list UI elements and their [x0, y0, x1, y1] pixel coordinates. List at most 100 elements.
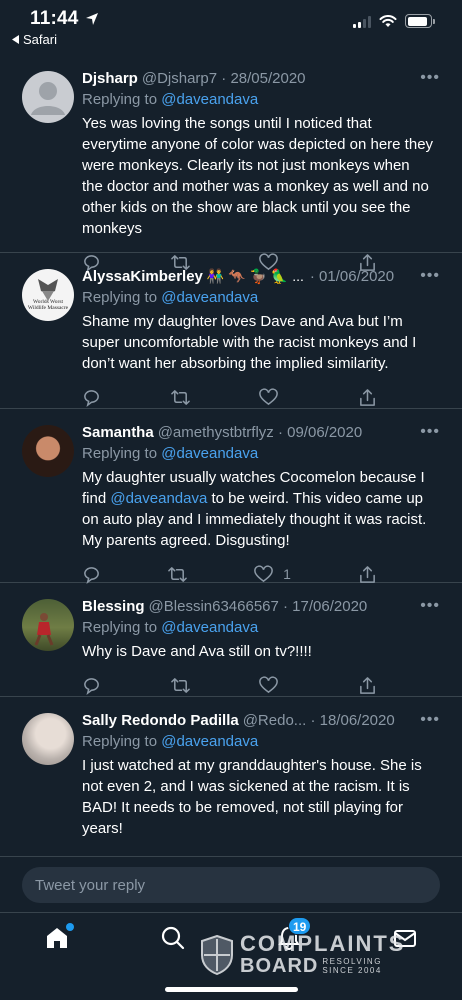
reply-mention-link[interactable]: @daveandava [161, 91, 258, 108]
tweet-text: Shame my daughter loves Dave and Ava but… [82, 313, 417, 372]
like-button[interactable] [259, 387, 288, 407]
tweet[interactable]: Djsharp @Djsharp7 · 28/05/2020 ••• Reply… [0, 55, 462, 272]
heart-icon [259, 387, 279, 405]
tweet-header: AlyssaKimberley 👫 🦘 🦆 🦜 ... · 01/06/2020 [82, 265, 448, 287]
avatar[interactable] [22, 599, 74, 651]
reply-composer-bar [0, 856, 462, 912]
more-options-icon[interactable]: ••• [420, 597, 440, 615]
tab-search[interactable] [160, 925, 190, 955]
share-button[interactable] [358, 388, 377, 407]
tweet-text: My daughter usually watches Cocomelon be… [82, 467, 448, 551]
watermark-line1: COMPLAINTS [240, 931, 406, 956]
tweet[interactable]: Samantha @amethystbtrflyz · 09/06/2020 •… [0, 409, 462, 585]
tweet-actions [82, 386, 377, 408]
status-indicators [353, 14, 435, 28]
tweet-header: Samantha @amethystbtrflyz · 09/06/2020 [82, 421, 448, 443]
time-text: 11:44 [30, 8, 79, 29]
battery-icon [405, 14, 435, 28]
status-bar: 11:44 Safari [0, 0, 462, 50]
author-name[interactable]: Blessing [82, 598, 145, 615]
reply-icon [84, 566, 99, 584]
replying-prefix: Replying to [82, 91, 158, 108]
replying-to: Replying to @daveandava [82, 289, 448, 306]
retweet-button[interactable] [170, 676, 190, 695]
watermark-tag2: SINCE 2004 [322, 966, 382, 975]
reply-button[interactable] [82, 676, 101, 695]
author-meta: @Djsharp7 · 28/05/2020 [141, 69, 306, 87]
tweet[interactable]: Worlds Worst Wildlife Massacre AlyssaKim… [0, 253, 462, 409]
tweet-header: Blessing @Blessin63466567 · 17/06/2020 [82, 595, 448, 617]
replying-prefix: Replying to [82, 289, 158, 306]
share-icon [360, 565, 375, 583]
author-name[interactable]: AlyssaKimberley [82, 268, 203, 285]
reply-feed: Djsharp @Djsharp7 · 28/05/2020 ••• Reply… [0, 55, 462, 847]
more-options-icon[interactable]: ••• [420, 711, 440, 729]
tweet-header: Sally Redondo Padilla @Redo... · 18/06/2… [82, 709, 448, 731]
reply-mention-link[interactable]: @daveandava [161, 619, 258, 636]
retweet-button[interactable] [170, 388, 190, 407]
tweet-header: Djsharp @Djsharp7 · 28/05/2020 [82, 67, 448, 89]
bird-logo-icon [38, 279, 58, 301]
watermark-tag1: RESOLVING [322, 957, 382, 966]
share-button[interactable] [358, 565, 377, 584]
author-name[interactable]: Samantha [82, 424, 154, 441]
like-count: 1 [283, 566, 291, 582]
author-name[interactable]: Djsharp [82, 70, 138, 87]
tab-home[interactable] [44, 923, 74, 955]
reply-mention-link[interactable]: @daveandava [161, 445, 258, 462]
author-meta: @Blessin63466567 · 17/06/2020 [148, 597, 368, 615]
clock: 11:44 [30, 8, 99, 30]
location-arrow-icon [85, 13, 98, 25]
retweet-button[interactable] [168, 565, 187, 584]
back-to-safari[interactable]: Safari [12, 32, 57, 47]
avatar[interactable] [22, 71, 74, 123]
more-options-icon[interactable]: ••• [420, 267, 440, 285]
replying-to: Replying to @daveandava [82, 445, 448, 462]
tweet[interactable]: Blessing @Blessin63466567 · 17/06/2020 •… [0, 583, 462, 697]
avatar[interactable] [22, 713, 74, 765]
home-unread-dot [66, 923, 74, 931]
author-meta: @amethystbtrflyz · 09/06/2020 [157, 423, 363, 441]
avatar[interactable] [22, 425, 74, 477]
reply-icon [84, 389, 99, 407]
retweet-icon [170, 677, 190, 693]
tweet-text: I just watched at my granddaughter's hou… [82, 757, 422, 837]
home-indicator[interactable] [165, 987, 298, 992]
replying-to: Replying to @daveandava [82, 733, 448, 750]
default-avatar-icon [31, 82, 65, 115]
more-options-icon[interactable]: ••• [420, 69, 440, 87]
reply-icon [84, 677, 99, 695]
like-button[interactable] [259, 675, 288, 695]
replying-prefix: Replying to [82, 733, 158, 750]
avatar[interactable]: Worlds Worst Wildlife Massacre [22, 269, 74, 321]
author-meta: · 01/06/2020 [309, 267, 395, 285]
reply-mention-link[interactable]: @daveandava [161, 289, 258, 306]
share-icon [360, 388, 375, 406]
more-options-icon[interactable]: ••• [420, 423, 440, 441]
share-button[interactable] [358, 676, 377, 695]
replying-to: Replying to @daveandava [82, 91, 448, 108]
replying-to: Replying to @daveandava [82, 619, 448, 636]
back-caret-icon [12, 35, 19, 44]
retweet-icon [170, 389, 190, 405]
author-name[interactable]: Sally Redondo Padilla [82, 712, 239, 729]
tweet-actions [82, 674, 377, 696]
tweet-text: Why is Dave and Ava still on tv?!!!! [82, 643, 312, 660]
tweet[interactable]: Sally Redondo Padilla @Redo... · 18/06/2… [0, 697, 462, 847]
complaintsboard-watermark: COMPLAINTS BOARD RESOLVING SINCE 2004 [200, 930, 415, 980]
tweet-actions: 1 [82, 563, 377, 585]
shield-logo-icon [201, 935, 233, 975]
watermark-text: COMPLAINTS BOARD RESOLVING SINCE 2004 [240, 931, 406, 978]
like-button[interactable]: 1 [254, 564, 291, 584]
avatar-caption: Worlds Worst Wildlife Massacre [27, 299, 69, 311]
heart-icon [259, 675, 279, 693]
inline-mention-link[interactable]: @daveandava [110, 490, 207, 507]
replying-prefix: Replying to [82, 619, 158, 636]
share-icon [360, 676, 375, 694]
reply-mention-link[interactable]: @daveandava [161, 733, 258, 750]
reply-button[interactable] [82, 388, 101, 407]
person-photo-icon [34, 613, 54, 646]
reply-button[interactable] [82, 565, 101, 584]
search-icon [161, 926, 185, 950]
reply-input[interactable] [22, 867, 440, 903]
